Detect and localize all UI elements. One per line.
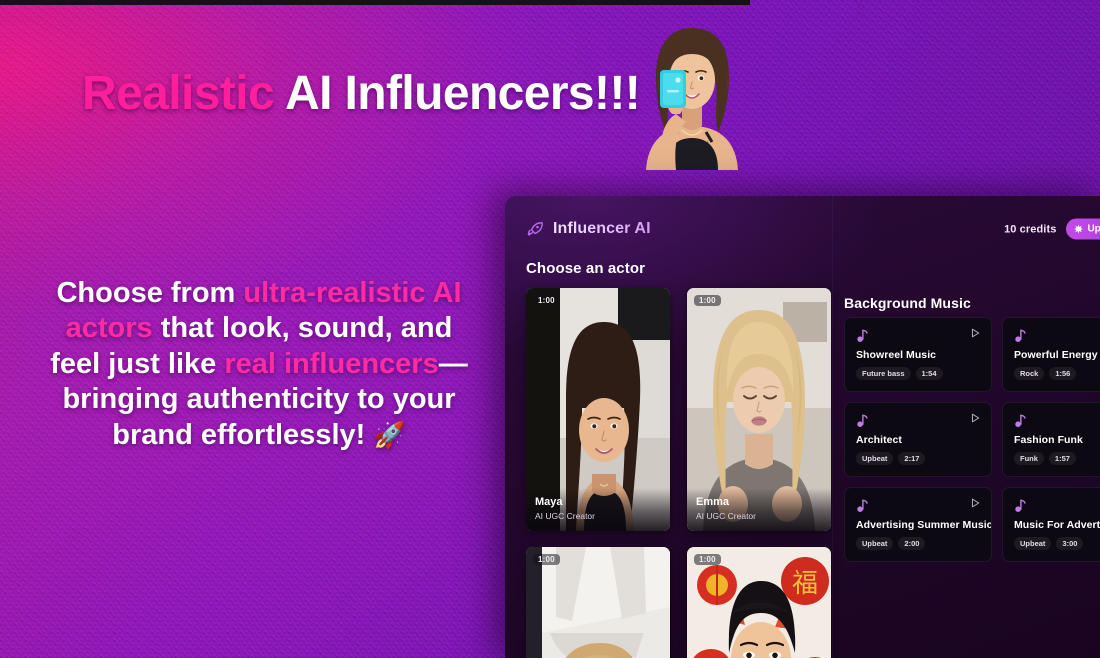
app-top-bar: Influencer AI 10 credits Upgrade	[505, 196, 1100, 262]
music-duration-tag: 1:57	[1048, 452, 1076, 465]
music-note-icon	[857, 329, 868, 342]
svg-text:福: 福	[792, 569, 818, 599]
music-duration-tag: 1:56	[1049, 367, 1077, 380]
headline-main-text: AI Influencers!!!	[285, 67, 641, 120]
background-music-heading: Background Music	[844, 295, 971, 311]
music-card-top-row	[856, 328, 980, 348]
music-duration-tag: 3:00	[1056, 537, 1084, 550]
play-icon[interactable]	[971, 328, 980, 338]
top-edge-strip	[0, 0, 750, 5]
duration-badge: 1:00	[533, 554, 560, 565]
music-genre-tag: Upbeat	[856, 452, 894, 465]
app-brand-name: Influencer AI	[553, 220, 651, 237]
actor-card[interactable]: 1:00 Emma AI UGC Creator	[687, 288, 831, 531]
music-genre-tag: Rock	[1014, 367, 1045, 380]
music-genre-tag: Future bass	[856, 367, 911, 380]
music-track-tags: Upbeat 2:00	[856, 537, 980, 550]
app-brand[interactable]: Influencer AI	[526, 220, 651, 239]
topbar-right-group: 10 credits Upgrade	[1004, 218, 1100, 240]
actor-grid: 1:00 Maya AI UGC Creator 1:00 Emma AI UG…	[526, 288, 831, 658]
influencer-selfie-illustration	[632, 22, 752, 170]
actor-meta: Emma AI UGC Creator	[687, 488, 831, 531]
music-track-title: Architect	[856, 434, 902, 446]
promo-body-text: Choose from ultra-realistic AI actors th…	[38, 276, 480, 453]
music-track-card[interactable]: Powerful Energy Rock 1:56	[1002, 317, 1100, 392]
music-genre-tag: Funk	[1014, 452, 1044, 465]
music-card-top-row	[856, 413, 980, 433]
actor-card[interactable]: 1:00 Maya AI UGC Creator	[526, 288, 670, 531]
copy-segment-1: Choose from	[56, 277, 244, 309]
music-track-title: Advertising Summer Music	[856, 519, 992, 531]
music-card-top-row	[1014, 498, 1100, 518]
actor-card[interactable]: 福 1:00	[687, 547, 831, 658]
actor-role: AI UGC Creator	[696, 510, 756, 521]
duration-badge: 1:00	[694, 554, 721, 565]
music-note-icon	[1015, 329, 1026, 342]
music-track-card[interactable]: Showreel Music Future bass 1:54	[844, 317, 992, 392]
upgrade-button[interactable]: Upgrade	[1066, 218, 1100, 240]
actor-name: Maya	[535, 496, 563, 509]
music-duration-tag: 2:00	[898, 537, 926, 550]
music-track-card[interactable]: Fashion Funk Funk 1:57	[1002, 402, 1100, 477]
music-track-title: Fashion Funk	[1014, 434, 1083, 446]
rocket-emoji-icon: 🚀	[373, 419, 406, 450]
headline-accent-word: Realistic	[82, 67, 275, 120]
music-note-icon	[857, 499, 868, 512]
copy-highlight-2: real influencers	[224, 347, 439, 380]
music-track-tags: Upbeat 2:17	[856, 452, 980, 465]
music-card-top-row	[1014, 328, 1100, 348]
actor-name: Emma	[696, 496, 730, 509]
music-track-tags: Upbeat 3:00	[1014, 537, 1100, 550]
music-genre-tag: Upbeat	[1014, 537, 1052, 550]
play-icon[interactable]	[971, 413, 980, 423]
music-track-card[interactable]: Music For Advertising Upbeat 3:00	[1002, 487, 1100, 562]
music-track-card[interactable]: Advertising Summer Music Upbeat 2:00	[844, 487, 992, 562]
sparkle-icon	[1074, 224, 1084, 234]
music-card-top-row	[856, 498, 980, 518]
play-icon[interactable]	[971, 498, 980, 508]
music-track-tags: Rock 1:56	[1014, 367, 1100, 380]
music-duration-tag: 1:54	[915, 367, 943, 380]
music-track-card[interactable]: Architect Upbeat 2:17	[844, 402, 992, 477]
actor-role: AI UGC Creator	[535, 510, 595, 521]
duration-badge: 1:00	[533, 295, 560, 306]
promo-headline: Realistic AI Influencers!!!	[82, 67, 641, 120]
music-track-title: Music For Advertising	[1014, 519, 1100, 531]
music-track-tags: Funk 1:57	[1014, 452, 1100, 465]
choose-an-actor-heading: Choose an actor	[526, 260, 646, 277]
music-track-tags: Future bass 1:54	[856, 367, 980, 380]
music-card-top-row	[1014, 413, 1100, 433]
music-note-icon	[1015, 499, 1026, 512]
music-duration-tag: 2:17	[898, 452, 926, 465]
actor-card[interactable]: 1:00	[526, 547, 670, 658]
influencer-ai-app-window: Influencer AI 10 credits Upgrade Choose …	[505, 196, 1100, 658]
rocket-icon	[527, 221, 543, 236]
music-track-title: Powerful Energy	[1014, 349, 1098, 361]
background-music-grid: Showreel Music Future bass 1:54 Powerful…	[844, 317, 1100, 562]
upgrade-button-label: Upgrade	[1087, 223, 1100, 235]
credits-label: 10 credits	[1004, 223, 1057, 235]
music-track-title: Showreel Music	[856, 349, 937, 361]
music-genre-tag: Upbeat	[856, 537, 894, 550]
actor-meta: Maya AI UGC Creator	[526, 488, 670, 531]
music-note-icon	[857, 414, 868, 427]
panel-divider	[832, 196, 833, 658]
duration-badge: 1:00	[694, 295, 721, 306]
music-note-icon	[1015, 414, 1026, 427]
